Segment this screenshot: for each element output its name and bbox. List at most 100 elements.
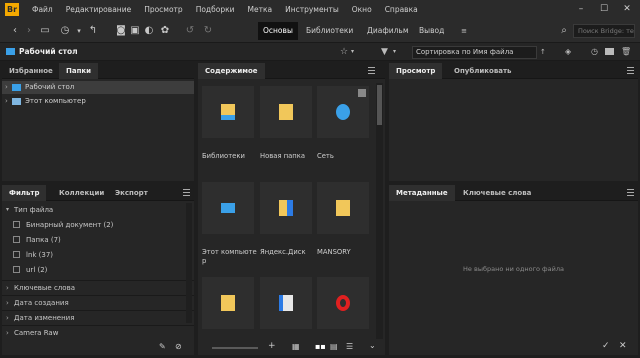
filter-option[interactable]: Папка (7)(7) bbox=[2, 233, 194, 247]
view-options-chevron-icon[interactable]: ⌄ bbox=[369, 341, 376, 350]
checkbox[interactable] bbox=[13, 236, 20, 243]
tab-keywords[interactable]: Ключевые слова bbox=[456, 185, 538, 201]
filter-option[interactable]: lnk (37)(37) bbox=[2, 248, 194, 262]
camera-icon[interactable]: ◙ bbox=[114, 24, 128, 38]
menu-item[interactable]: Справка bbox=[385, 0, 425, 19]
metadata-footer: ✓ ✕ bbox=[389, 341, 638, 355]
forward-icon[interactable]: › bbox=[22, 24, 36, 38]
menu-item[interactable]: Инструменты bbox=[285, 0, 346, 19]
workspace-tab[interactable]: Библиотеки bbox=[301, 22, 358, 40]
checkbox[interactable] bbox=[13, 251, 20, 258]
menu-item[interactable]: Файл bbox=[32, 0, 60, 19]
tab-export[interactable]: Экспорт bbox=[108, 185, 155, 201]
filter-icon[interactable]: ▼ bbox=[381, 43, 388, 61]
thumbnail-size-slider[interactable] bbox=[212, 347, 258, 349]
view-details-icon[interactable]: ▤ bbox=[330, 342, 338, 351]
menu-item[interactable]: Просмотр bbox=[144, 0, 190, 19]
clear-filter-icon[interactable]: ⊘ bbox=[175, 342, 182, 351]
filter-section[interactable]: › Дата создания bbox=[2, 295, 194, 309]
tab-content[interactable]: Содержимое bbox=[198, 63, 265, 79]
workspace-tab[interactable]: Диафильм bbox=[362, 22, 414, 40]
back-icon[interactable]: ‹ bbox=[8, 24, 22, 38]
menu-item[interactable]: Окно bbox=[352, 0, 379, 19]
rotate-left-icon[interactable]: ↺ bbox=[183, 24, 197, 38]
maximize-button[interactable]: ☐ bbox=[593, 0, 615, 19]
cancel-icon[interactable]: ✕ bbox=[619, 341, 627, 351]
folders-panel-tabs: Избранное Папки bbox=[2, 63, 194, 79]
close-button[interactable]: ✕ bbox=[616, 0, 638, 19]
rating-chevron-icon[interactable]: ▾ bbox=[351, 43, 354, 61]
workspace-tab[interactable]: Основы bbox=[258, 22, 298, 40]
pin-icon[interactable]: ✎ bbox=[159, 342, 166, 351]
confirm-icon[interactable]: ✓ bbox=[602, 341, 610, 351]
open-in-camera-raw-icon[interactable]: ✿ bbox=[158, 24, 172, 38]
menu-item[interactable]: Подборки bbox=[196, 0, 242, 19]
sort-direction-icon[interactable]: ↑ bbox=[540, 43, 546, 61]
thumbnail[interactable] bbox=[260, 86, 312, 138]
recent-icon[interactable]: ◷ bbox=[58, 24, 72, 38]
menu-item[interactable]: Редактирование bbox=[66, 0, 138, 19]
workspace-menu-icon[interactable]: ≡ bbox=[457, 24, 471, 38]
folder-icon[interactable]: ▭ bbox=[38, 24, 52, 38]
filter-section[interactable]: › Дата изменения bbox=[2, 310, 194, 324]
filter-section[interactable]: › Camera Raw bbox=[2, 325, 194, 339]
view-list-icon[interactable]: ☰ bbox=[346, 342, 353, 351]
grid-lock-icon[interactable]: ▦ bbox=[292, 342, 300, 351]
menu-item[interactable]: Метка bbox=[247, 0, 279, 19]
view-thumbnails-icon[interactable]: ▪▪ bbox=[315, 342, 326, 351]
thumbnail[interactable] bbox=[202, 277, 254, 329]
checkbox[interactable] bbox=[13, 266, 20, 273]
tab-publish[interactable]: Опубликовать bbox=[447, 63, 518, 79]
tab-preview[interactable]: Просмотр bbox=[389, 63, 443, 79]
content-footer: + ▦ ▪▪ ▤ ☰ ⌄ bbox=[198, 341, 385, 355]
tab-folders[interactable]: Папки bbox=[59, 63, 99, 79]
rotate-right-icon[interactable]: ↻ bbox=[201, 24, 215, 38]
filter-chevron-icon[interactable]: ▾ bbox=[393, 43, 396, 61]
thumbnail[interactable] bbox=[260, 182, 312, 234]
thumbnail[interactable] bbox=[317, 86, 369, 138]
expand-chevron-icon[interactable]: › bbox=[5, 95, 8, 108]
tab-metadata[interactable]: Метаданные bbox=[389, 185, 455, 201]
thumbnail[interactable] bbox=[260, 277, 312, 329]
filter-section[interactable]: › Ключевые слова bbox=[2, 280, 194, 294]
rating-star-icon[interactable]: ☆ bbox=[340, 43, 348, 61]
boomerang-icon[interactable]: ↰ bbox=[86, 24, 100, 38]
chevron-down-icon[interactable]: ▾ bbox=[72, 24, 86, 38]
tree-item-computer[interactable]: › Этот компьютер bbox=[2, 95, 194, 108]
panel-menu-icon[interactable] bbox=[183, 189, 190, 196]
menu-items: Файл Редактирование Просмотр Подборки Метка И… bbox=[32, 0, 431, 19]
thumbnail[interactable] bbox=[317, 277, 369, 329]
quality-icon[interactable]: ◈ bbox=[565, 43, 571, 61]
tab-filter[interactable]: Фильтр bbox=[2, 185, 47, 201]
minimize-button[interactable]: – bbox=[570, 0, 592, 19]
panel-menu-icon[interactable] bbox=[627, 67, 634, 74]
filter-option[interactable]: url (2)(2) bbox=[2, 263, 194, 277]
thumbnail[interactable] bbox=[202, 86, 254, 138]
tree-item-desktop[interactable]: › Рабочий стол bbox=[2, 81, 194, 94]
tree-item-label: Этот компьютер bbox=[25, 97, 86, 105]
review-icon[interactable]: ◐ bbox=[142, 24, 156, 38]
expand-chevron-icon[interactable]: › bbox=[5, 81, 8, 94]
delete-icon[interactable]: 🗑 bbox=[621, 43, 631, 61]
thumbnail[interactable] bbox=[202, 182, 254, 234]
breadcrumb-chevron-icon[interactable]: › bbox=[72, 43, 75, 61]
workspace-tab[interactable]: Вывод bbox=[414, 22, 449, 40]
panel-menu-icon[interactable] bbox=[368, 67, 375, 74]
new-folder-icon[interactable] bbox=[605, 48, 614, 55]
checkbox[interactable] bbox=[13, 221, 20, 228]
recent-files-icon[interactable]: ◷ bbox=[591, 43, 598, 61]
panel-menu-icon[interactable] bbox=[627, 189, 634, 196]
thumbnail[interactable] bbox=[317, 182, 369, 234]
search-icon[interactable]: ⌕ bbox=[557, 24, 571, 38]
tab-collections[interactable]: Коллекции bbox=[52, 185, 111, 201]
tab-favorites[interactable]: Избранное bbox=[2, 63, 60, 79]
scrollbar[interactable] bbox=[186, 203, 192, 323]
sort-select[interactable]: Сортировка по Имя файла bbox=[412, 46, 537, 59]
refine-icon[interactable]: ▣ bbox=[128, 24, 142, 38]
scrollbar[interactable] bbox=[376, 83, 383, 339]
filter-section-file-type[interactable]: ▾ Тип файла bbox=[2, 203, 194, 217]
zoom-in-icon[interactable]: + bbox=[268, 341, 276, 351]
search-input[interactable]: Поиск Bridge: текущ... bbox=[573, 24, 635, 38]
breadcrumb[interactable]: Рабочий стол bbox=[19, 43, 78, 61]
filter-option[interactable]: Бинарный документ (2)(2) bbox=[2, 218, 194, 232]
